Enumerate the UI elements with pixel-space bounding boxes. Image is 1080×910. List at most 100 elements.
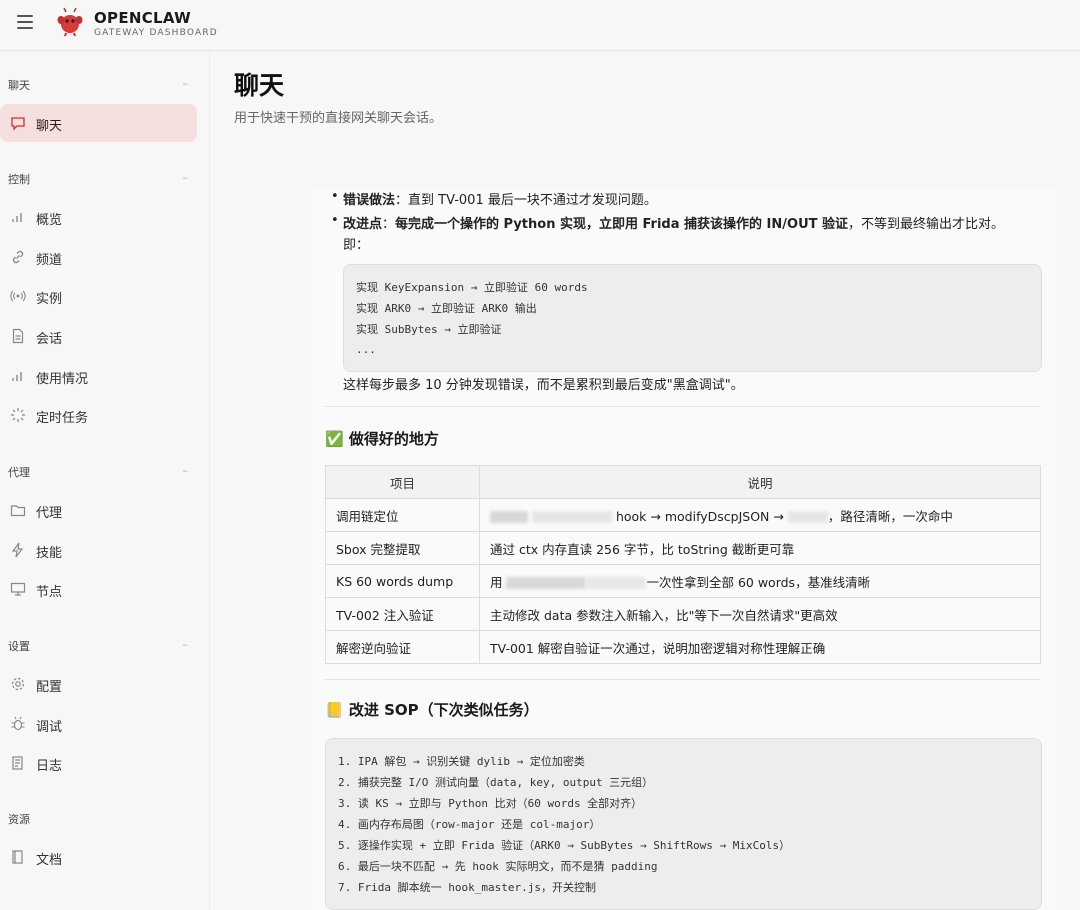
brand-subtitle: GATEWAY DASHBOARD [94, 28, 218, 38]
sidebar-item-cron[interactable]: 定时任务 [0, 396, 197, 434]
table-cell: 调用链定位 [325, 498, 480, 532]
divider [325, 679, 1041, 680]
table-cell: 主动修改 data 参数注入新输入，比"等下一次自然请求"更高效 [479, 597, 1041, 631]
collapse-icon[interactable]: – [183, 77, 189, 90]
table-cell: Sbox 完整提取 [325, 531, 480, 565]
table-cell-text: 用 [490, 574, 507, 590]
log-icon [12, 756, 23, 770]
bar-chart-icon [12, 213, 22, 222]
code-line: 3. 读 KS → 立即与 Python 比对（60 words 全部对齐） [338, 797, 643, 810]
sidebar-section-chat[interactable]: 聊天 – [8, 77, 188, 93]
code-line: 实现 SubBytes → 立即验证 [356, 323, 502, 336]
paragraph: 这样每步最多 10 分钟发现错误，而不是累积到最后变成"黑盒调试"。 [343, 378, 744, 393]
chat-message: • 错误做法：直到 TV-001 最后一块不通过才发现问题。 • 改进点：每完成… [311, 189, 1057, 910]
sidebar-item-label: 节点 [36, 585, 63, 600]
table-cell: 解密逆向验证 [325, 630, 480, 664]
sidebar-item-label: 定时任务 [36, 411, 89, 426]
chat-icon [11, 117, 25, 131]
top-bar: OPENCLAW GATEWAY DASHBOARD [0, 0, 1080, 51]
bullet-sep: ： [382, 217, 396, 232]
bullet-bold: 每完成一个操作的 Python 实现，立即用 Frida 捕获该操作的 IN/O… [395, 217, 849, 232]
code-line: 实现 ARK0 → 立即验证 ARK0 输出 [356, 302, 537, 315]
sidebar-item-label: 代理 [36, 506, 63, 521]
collapse-icon[interactable]: – [183, 638, 189, 651]
column-header: 说明 [479, 465, 1041, 499]
sidebar-item-logs[interactable]: 日志 [0, 744, 197, 782]
sidebar-item-nodes[interactable]: 节点 [0, 570, 197, 608]
page-subtitle: 用于快速干预的直接网关聊天会话。 [234, 111, 443, 126]
code-line: 6. 最后一块不匹配 → 先 hook 实际明文，而不是猜 padding [338, 860, 658, 873]
sidebar-item-channels[interactable]: 频道 [0, 238, 197, 276]
sidebar-item-label: 实例 [36, 292, 63, 307]
book-icon [12, 850, 23, 864]
monitor-icon [10, 582, 26, 596]
section-title: 资源 [8, 813, 30, 826]
broadcast-icon [10, 290, 26, 302]
section-title: 聊天 [8, 79, 30, 92]
sidebar-item-usage[interactable]: 使用情况 [0, 357, 197, 395]
table-cell: hook → modifyDscpJSON → ，路径清晰，一次命中 [479, 498, 1041, 532]
code-line: ... [356, 343, 376, 356]
table-row: KS 60 words dump 用 一次性拿到全部 60 words，基准线清… [325, 564, 1041, 598]
sidebar-item-skills[interactable]: 技能 [0, 531, 197, 569]
sidebar-item-sessions[interactable]: 会话 [0, 317, 197, 355]
bullet-text: ，不等到最终输出才比对。 [848, 217, 1005, 232]
table-row: TV-002 注入验证 主动修改 data 参数注入新输入，比"等下一次自然请求… [325, 597, 1041, 631]
sidebar-item-docs[interactable]: 文档 [0, 838, 197, 876]
sidebar-item-config[interactable]: 配置 [0, 665, 197, 703]
table-cell: 用 一次性拿到全部 60 words，基准线清晰 [479, 564, 1041, 598]
summary-table: 项目 说明 调用链定位 hook → modifyDscpJSON → ，路径清… [325, 465, 1041, 664]
folder-icon [10, 505, 26, 517]
collapse-icon[interactable]: – [183, 171, 189, 184]
sidebar-item-agents[interactable]: 代理 [0, 491, 197, 529]
collapse-icon[interactable]: – [183, 464, 189, 477]
column-header: 项目 [325, 465, 480, 499]
table-cell: 通过 ctx 内存直读 256 字节，比 toString 截断更可靠 [479, 531, 1041, 565]
table-cell-text: hook → modifyDscpJSON → [615, 508, 788, 524]
sidebar-item-overview[interactable]: 概览 [0, 198, 197, 236]
code-line: 5. 逐操作实现 + 立即 Frida 验证（ARK0 → SubBytes →… [338, 839, 791, 852]
sidebar-section-settings[interactable]: 设置 – [8, 638, 188, 654]
section-title: 代理 [8, 466, 30, 479]
sidebar-section-control[interactable]: 控制 – [8, 171, 188, 187]
sidebar-item-label: 文档 [36, 853, 63, 868]
gear-icon [11, 677, 25, 691]
table-row: Sbox 完整提取 通过 ctx 内存直读 256 字节，比 toString … [325, 531, 1041, 565]
table-row: 解密逆向验证 TV-001 解密自验证一次通过，说明加密逻辑对称性理解正确 [325, 630, 1041, 664]
sidebar-item-label: 调试 [36, 720, 63, 735]
sidebar-item-label: 聊天 [36, 119, 63, 134]
code-line: 4. 画内存布局图（row-major 还是 col-major） [338, 818, 601, 831]
table-cell: TV-001 解密自验证一次通过，说明加密逻辑对称性理解正确 [479, 630, 1041, 664]
code-block: 实现 KeyExpansion → 立即验证 60 words 实现 ARK0 … [343, 264, 1042, 372]
code-line: 7. Frida 脚本统一 hook_master.js，开关控制 [338, 881, 596, 894]
code-line: 1. IPA 解包 → 识别关键 dylib → 定位加密类 [338, 755, 585, 768]
table-cell-text: ，路径清晰，一次命中 [827, 508, 953, 524]
code-line: 2. 捕获完整 I/O 测试向量（data, key, output 三元组） [338, 776, 654, 789]
section-heading-sop: 📒 改进 SOP（下次类似任务） [325, 701, 539, 719]
brand-title: OPENCLAW [94, 9, 191, 27]
bolt-icon [11, 542, 24, 558]
section-title: 控制 [8, 173, 30, 186]
table-cell: KS 60 words dump [325, 564, 480, 598]
sidebar: 聊天 – 聊天 控制 – 概览 频道 实例 会话 使用情况 定时任务 代理 – … [0, 51, 210, 910]
bullet-label: 改进点 [343, 217, 383, 232]
sidebar-item-label: 日志 [36, 759, 63, 774]
page-title: 聊天 [234, 71, 285, 100]
document-icon [12, 328, 24, 344]
menu-icon[interactable] [17, 15, 33, 29]
code-line: 实现 KeyExpansion → 立即验证 60 words [356, 281, 588, 294]
sidebar-item-instances[interactable]: 实例 [0, 277, 197, 315]
link-icon [12, 250, 24, 264]
sidebar-item-chat[interactable]: 聊天 [0, 104, 197, 142]
loader-icon [11, 408, 25, 422]
sidebar-section-resources[interactable]: 资源 [8, 811, 188, 827]
section-heading-good: ✅ 做得好的地方 [325, 430, 439, 448]
sidebar-section-agents[interactable]: 代理 – [8, 464, 188, 480]
bullet-continuation: 即： [343, 238, 370, 253]
sidebar-item-label: 配置 [36, 680, 63, 695]
sidebar-item-label: 使用情况 [36, 372, 89, 387]
section-title: 设置 [8, 640, 30, 653]
sidebar-item-label: 技能 [36, 546, 63, 561]
sidebar-item-debug[interactable]: 调试 [0, 705, 197, 743]
table-header-row: 项目 说明 [325, 465, 1041, 499]
